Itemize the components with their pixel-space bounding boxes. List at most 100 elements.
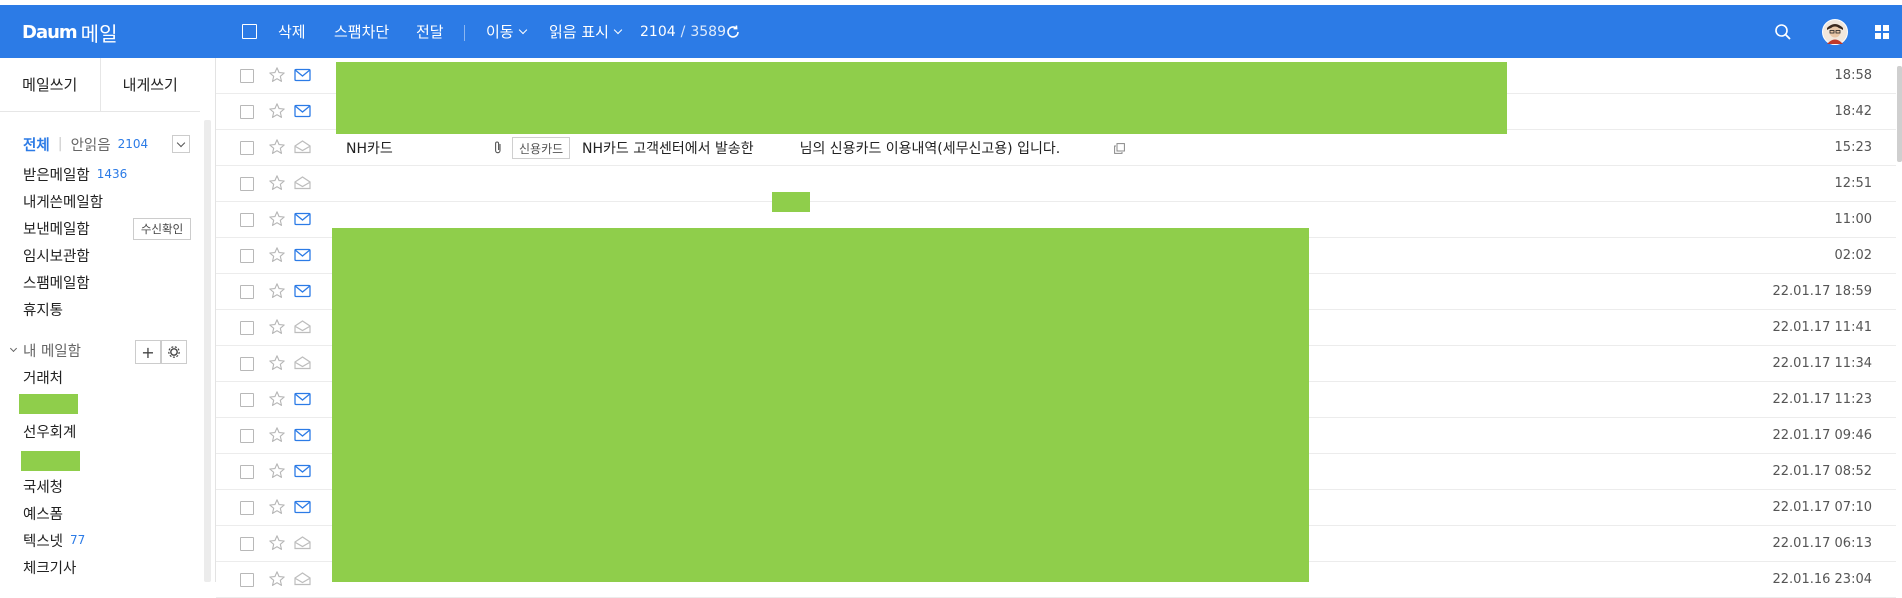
star-icon[interactable]	[268, 66, 286, 84]
envelope-icon[interactable]	[294, 464, 311, 478]
folder-collapse-toggle[interactable]	[172, 135, 190, 153]
chevron-down-icon	[613, 25, 623, 34]
copy-icon[interactable]	[1114, 142, 1125, 154]
sidebar-item-taxnet[interactable]: 텍스넷 77	[23, 529, 85, 551]
mail-checkbox[interactable]	[240, 465, 254, 479]
envelope-icon[interactable]	[294, 428, 311, 442]
envelope-icon[interactable]	[294, 104, 311, 118]
mail-sender[interactable]: NH카드	[346, 130, 393, 165]
mail-subject-prefix: NH카드 고객센터에서 발송한	[582, 140, 754, 157]
mail-time: 22.01.17 08:52	[1772, 464, 1873, 479]
sidebar-item-check-gisa[interactable]: 체크기사	[23, 556, 76, 578]
mail-row[interactable]: 12:51	[216, 166, 1896, 202]
mail-checkbox[interactable]	[240, 429, 254, 443]
compose-row: 메일쓰기 내게쓰기	[0, 58, 200, 112]
mail-checkbox[interactable]	[240, 177, 254, 191]
mail-subject-suffix: 님의 신용카드 이용내역(세무신고용) 입니다.	[799, 140, 1061, 157]
sidebar-item-clients[interactable]: 거래처	[23, 366, 63, 388]
mail-time: 22.01.17 11:23	[1772, 392, 1873, 407]
envelope-open-icon[interactable]	[294, 320, 311, 334]
star-icon[interactable]	[268, 210, 286, 228]
star-icon[interactable]	[268, 462, 286, 480]
forward-button[interactable]: 전달	[416, 5, 444, 58]
sidebar-item-inbox[interactable]: 받은메일함 1436	[23, 163, 127, 185]
mail-checkbox[interactable]	[240, 573, 254, 587]
sidebar-item-self-sent[interactable]: 내게쓴메일함	[23, 190, 103, 212]
envelope-open-icon[interactable]	[294, 572, 311, 586]
add-folder-button[interactable]: +	[135, 340, 161, 364]
sidebar-item-spam[interactable]: 스팸메일함	[23, 271, 90, 293]
mail-checkbox[interactable]	[240, 501, 254, 515]
refresh-icon[interactable]	[723, 22, 743, 42]
search-icon[interactable]	[1772, 21, 1794, 43]
count-separator: /	[680, 23, 686, 40]
star-icon[interactable]	[268, 138, 286, 156]
delete-button[interactable]: 삭제	[278, 5, 306, 58]
mail-checkbox[interactable]	[240, 213, 254, 227]
sidebar-item-label: 거래처	[23, 370, 64, 387]
star-icon[interactable]	[268, 102, 286, 120]
mail-checkbox[interactable]	[240, 393, 254, 407]
mail-checkbox[interactable]	[240, 249, 254, 263]
mail-list-scrollbar[interactable]	[1897, 66, 1902, 162]
select-all-checkbox[interactable]	[242, 5, 257, 58]
mail-tag[interactable]: 신용카드	[512, 137, 571, 159]
star-icon[interactable]	[268, 534, 286, 552]
sidebar-item-trash[interactable]: 휴지통	[23, 298, 63, 320]
compose-button[interactable]: 메일쓰기	[0, 58, 101, 111]
read-receipt-button[interactable]: 수신확인	[133, 218, 191, 240]
sidebar-item-label: 국세청	[23, 479, 64, 496]
envelope-icon[interactable]	[294, 248, 311, 262]
envelope-icon[interactable]	[294, 500, 311, 514]
filter-unread[interactable]: 안읽음	[71, 134, 111, 155]
daum-mail-logo[interactable]: Daum 메일	[22, 19, 117, 46]
spam-block-button[interactable]: 스팸차단	[334, 5, 389, 58]
envelope-open-icon[interactable]	[294, 176, 311, 190]
avatar[interactable]	[1822, 19, 1848, 45]
envelope-open-icon[interactable]	[294, 356, 311, 370]
mail-checkbox[interactable]	[240, 69, 254, 83]
sidebar-item-label: 텍스넷	[23, 533, 64, 550]
sidebar-item-nts[interactable]: 국세청	[23, 475, 63, 497]
envelope-icon[interactable]	[294, 284, 311, 298]
mail-row[interactable]: NH카드 신용카드 NH카드 고객센터에서 발송한 님의 신용카드 이용내역(세무신고…	[216, 130, 1896, 166]
mail-subject[interactable]: NH카드 고객센터에서 발송한 님의 신용카드 이용내역(세무신고용) 입니다.	[582, 130, 1060, 165]
my-folders-header[interactable]: 내 메일함	[9, 339, 81, 361]
star-icon[interactable]	[268, 354, 286, 372]
sidebar-item-label: 선우회계	[23, 424, 77, 441]
filter-all[interactable]: 전체	[23, 134, 50, 155]
star-icon[interactable]	[268, 246, 286, 264]
mail-checkbox[interactable]	[240, 321, 254, 335]
star-icon[interactable]	[268, 426, 286, 444]
filter-divider: |	[57, 136, 63, 152]
sidebar-item-sent[interactable]: 보낸메일함	[23, 217, 90, 239]
mail-checkbox[interactable]	[240, 537, 254, 551]
grid-icon[interactable]	[1872, 22, 1892, 42]
mark-read-dropdown[interactable]: 읽음 표시	[549, 5, 623, 58]
sidebar-scrollbar[interactable]	[204, 120, 211, 582]
compose-to-self-button[interactable]: 내게쓰기	[101, 58, 201, 111]
star-icon[interactable]	[268, 390, 286, 408]
star-icon[interactable]	[268, 498, 286, 516]
move-dropdown[interactable]: 이동	[486, 5, 527, 58]
sidebar-item-drafts[interactable]: 임시보관함	[23, 244, 90, 266]
mail-checkbox[interactable]	[240, 357, 254, 371]
envelope-open-icon[interactable]	[294, 140, 311, 154]
sidebar-item-sunwoo-accounting[interactable]: 선우회계	[23, 420, 76, 442]
star-icon[interactable]	[268, 570, 286, 588]
star-icon[interactable]	[268, 174, 286, 192]
move-label: 이동	[486, 23, 514, 41]
envelope-icon[interactable]	[294, 212, 311, 226]
envelope-icon[interactable]	[294, 392, 311, 406]
sidebar-item-yesform[interactable]: 예스폼	[23, 502, 63, 524]
mail-checkbox[interactable]	[240, 141, 254, 155]
star-icon[interactable]	[268, 318, 286, 336]
envelope-icon[interactable]	[294, 68, 311, 82]
envelope-open-icon[interactable]	[294, 536, 311, 550]
mail-checkbox[interactable]	[240, 285, 254, 299]
mail-checkbox[interactable]	[240, 105, 254, 119]
star-icon[interactable]	[268, 282, 286, 300]
folder-settings-button[interactable]	[161, 340, 187, 364]
filter-unread-count: 2104	[117, 137, 149, 151]
redacted-folder	[19, 394, 78, 414]
